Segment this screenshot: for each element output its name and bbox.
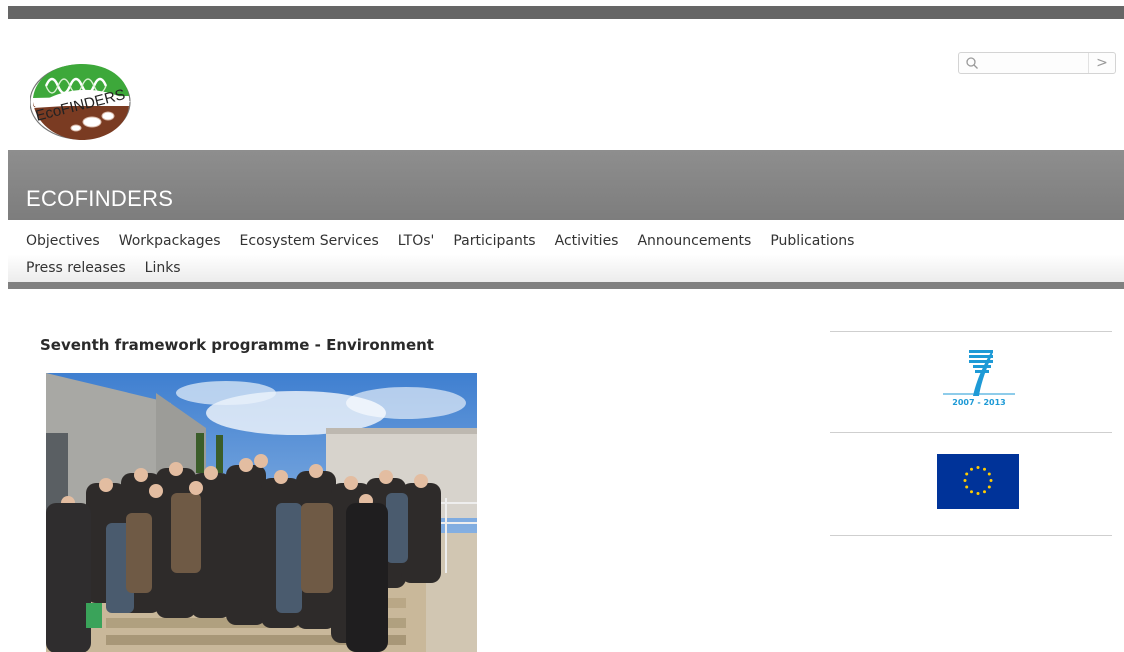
nav-workpackages[interactable]: Workpackages bbox=[119, 233, 221, 249]
nav-links[interactable]: Links bbox=[145, 260, 181, 276]
search-icon bbox=[966, 57, 978, 69]
sidebar-divider bbox=[830, 535, 1112, 536]
group-photo bbox=[46, 373, 477, 652]
nav-ecosystem-services[interactable]: Ecosystem Services bbox=[240, 233, 379, 249]
search-box[interactable]: > bbox=[958, 52, 1116, 74]
site-title[interactable]: ECOFINDERS bbox=[26, 186, 173, 212]
nav-participants[interactable]: Participants bbox=[453, 233, 535, 249]
sidebar-divider bbox=[830, 331, 1112, 332]
fp7-years: 2007 - 2013 bbox=[952, 398, 1005, 407]
nav-row: Objectives Workpackages Ecosystem Services… bbox=[26, 230, 873, 249]
nav-ltos[interactable]: LTOs' bbox=[398, 233, 435, 249]
sidebar-divider bbox=[830, 432, 1112, 433]
fp7-logo[interactable]: 2007 - 2013 bbox=[939, 348, 1019, 408]
nav-activities[interactable]: Activities bbox=[555, 233, 619, 249]
nav-publications[interactable]: Publications bbox=[770, 233, 854, 249]
eu-flag[interactable] bbox=[937, 454, 1019, 509]
search-submit-button[interactable]: > bbox=[1088, 53, 1115, 73]
nav-row: Press releases Links bbox=[26, 257, 200, 276]
top-strip bbox=[8, 6, 1124, 19]
site-banner: ECOFINDERS bbox=[8, 150, 1124, 220]
search-input[interactable] bbox=[981, 55, 1089, 73]
main-navigation: Objectives Workpackages Ecosystem Services… bbox=[8, 220, 1124, 282]
nav-press-releases[interactable]: Press releases bbox=[26, 260, 126, 276]
content-heading: Seventh framework programme - Environmen… bbox=[40, 336, 434, 354]
nav-announcements[interactable]: Announcements bbox=[637, 233, 751, 249]
nav-bottom-bar bbox=[8, 282, 1124, 289]
nav-objectives[interactable]: Objectives bbox=[26, 233, 100, 249]
ecofinders-logo[interactable]: EcoFINDERS bbox=[30, 58, 134, 142]
